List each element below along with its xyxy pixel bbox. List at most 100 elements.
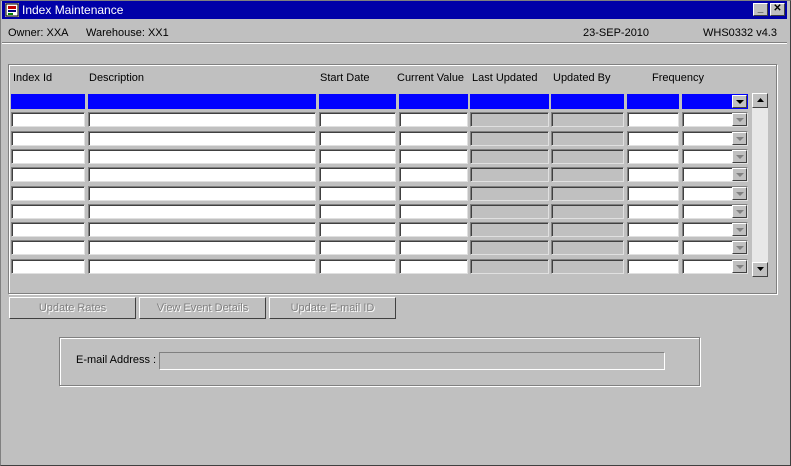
dropdown-button[interactable] <box>732 95 747 108</box>
cell-frequency[interactable] <box>627 94 679 109</box>
cell-last-updated[interactable] <box>470 204 549 219</box>
cell-description[interactable] <box>88 240 316 255</box>
cell-current-value[interactable] <box>399 131 468 146</box>
email-address-field[interactable] <box>159 352 665 370</box>
cell-start-date[interactable] <box>319 240 396 255</box>
cell-description[interactable] <box>88 259 316 274</box>
cell-frequency[interactable] <box>627 240 679 255</box>
cell-last-updated[interactable] <box>470 112 549 127</box>
cell-last-updated[interactable] <box>470 240 549 255</box>
update-email-id-button[interactable]: Update E-mail ID <box>269 297 396 319</box>
chevron-down-icon <box>736 246 744 250</box>
dropdown-button[interactable] <box>732 205 747 218</box>
cell-updated-by[interactable] <box>551 94 624 109</box>
dropdown-button[interactable] <box>732 113 747 126</box>
cell-index-id[interactable] <box>11 131 85 146</box>
cell-current-value[interactable] <box>399 222 468 237</box>
cell-start-date[interactable] <box>319 149 396 164</box>
dropdown-button[interactable] <box>732 132 747 145</box>
cell-start-date[interactable] <box>319 204 396 219</box>
cell-updated-by[interactable] <box>551 186 624 201</box>
cell-frequency[interactable] <box>627 259 679 274</box>
cell-description[interactable] <box>88 222 316 237</box>
cell-start-date[interactable] <box>319 131 396 146</box>
cell-last-updated[interactable] <box>470 186 549 201</box>
cell-description[interactable] <box>88 112 316 127</box>
cell-updated-by[interactable] <box>551 167 624 182</box>
cell-last-updated[interactable] <box>470 222 549 237</box>
cell-frequency[interactable] <box>627 131 679 146</box>
vertical-scrollbar[interactable] <box>752 93 768 277</box>
cell-last-updated[interactable] <box>470 94 549 109</box>
cell-frequency[interactable] <box>627 204 679 219</box>
update-rates-button[interactable]: Update Rates <box>9 297 136 319</box>
scroll-up-button[interactable] <box>752 93 768 108</box>
cell-current-value[interactable] <box>399 186 468 201</box>
cell-start-date[interactable] <box>319 112 396 127</box>
cell-description[interactable] <box>88 131 316 146</box>
cell-current-value[interactable] <box>399 167 468 182</box>
cell-current-value[interactable] <box>399 259 468 274</box>
close-button[interactable]: ✕ <box>770 3 785 16</box>
cell-start-date[interactable] <box>319 259 396 274</box>
cell-index-id[interactable] <box>11 204 85 219</box>
cell-description[interactable] <box>88 186 316 201</box>
cell-index-id[interactable] <box>11 112 85 127</box>
cell-frequency[interactable] <box>627 149 679 164</box>
col-header-last-updated: Last Updated <box>472 72 538 84</box>
cell-index-id[interactable] <box>11 222 85 237</box>
dropdown-button[interactable] <box>732 187 747 200</box>
cell-last-updated[interactable] <box>470 149 549 164</box>
chevron-down-icon <box>736 155 744 159</box>
dropdown-button[interactable] <box>732 150 747 163</box>
cell-updated-by[interactable] <box>551 204 624 219</box>
dropdown-button[interactable] <box>732 223 747 236</box>
cell-updated-by[interactable] <box>551 131 624 146</box>
chevron-down-icon <box>736 173 744 177</box>
cell-start-date[interactable] <box>319 167 396 182</box>
cell-current-value[interactable] <box>399 240 468 255</box>
cell-last-updated[interactable] <box>470 131 549 146</box>
cell-description[interactable] <box>88 94 316 109</box>
cell-index-id[interactable] <box>11 259 85 274</box>
cell-current-value[interactable] <box>399 149 468 164</box>
title-bar[interactable]: Index Maintenance _ ✕ <box>2 1 787 19</box>
cell-updated-by[interactable] <box>551 222 624 237</box>
cell-frequency[interactable] <box>627 112 679 127</box>
chevron-down-icon <box>736 192 744 196</box>
cell-frequency[interactable] <box>627 167 679 182</box>
cell-last-updated[interactable] <box>470 167 549 182</box>
cell-index-id[interactable] <box>11 167 85 182</box>
cell-frequency[interactable] <box>627 186 679 201</box>
view-event-details-button[interactable]: View Event Details <box>139 297 266 319</box>
cell-updated-by[interactable] <box>551 240 624 255</box>
cell-start-date[interactable] <box>319 222 396 237</box>
cell-description[interactable] <box>88 167 316 182</box>
date-label: 23-SEP-2010 <box>583 27 650 39</box>
minimize-icon: _ <box>757 3 764 14</box>
cell-updated-by[interactable] <box>551 112 624 127</box>
cell-description[interactable] <box>88 149 316 164</box>
cell-updated-by[interactable] <box>551 149 624 164</box>
cell-start-date[interactable] <box>319 186 396 201</box>
cell-last-updated[interactable] <box>470 259 549 274</box>
cell-index-id[interactable] <box>11 94 85 109</box>
cell-frequency[interactable] <box>627 222 679 237</box>
arrow-up-icon <box>757 98 764 102</box>
minimize-button[interactable]: _ <box>753 3 768 16</box>
cell-index-id[interactable] <box>11 186 85 201</box>
cell-updated-by[interactable] <box>551 259 624 274</box>
cell-current-value[interactable] <box>399 204 468 219</box>
form-id-label: WHS0332 v4.3 <box>703 27 777 39</box>
dropdown-button[interactable] <box>732 260 747 273</box>
arrow-down-icon <box>757 267 764 271</box>
scroll-down-button[interactable] <box>752 262 768 277</box>
dropdown-button[interactable] <box>732 168 747 181</box>
cell-description[interactable] <box>88 204 316 219</box>
cell-index-id[interactable] <box>11 149 85 164</box>
cell-current-value[interactable] <box>399 94 468 109</box>
cell-current-value[interactable] <box>399 112 468 127</box>
dropdown-button[interactable] <box>732 241 747 254</box>
cell-index-id[interactable] <box>11 240 85 255</box>
cell-start-date[interactable] <box>319 94 396 109</box>
